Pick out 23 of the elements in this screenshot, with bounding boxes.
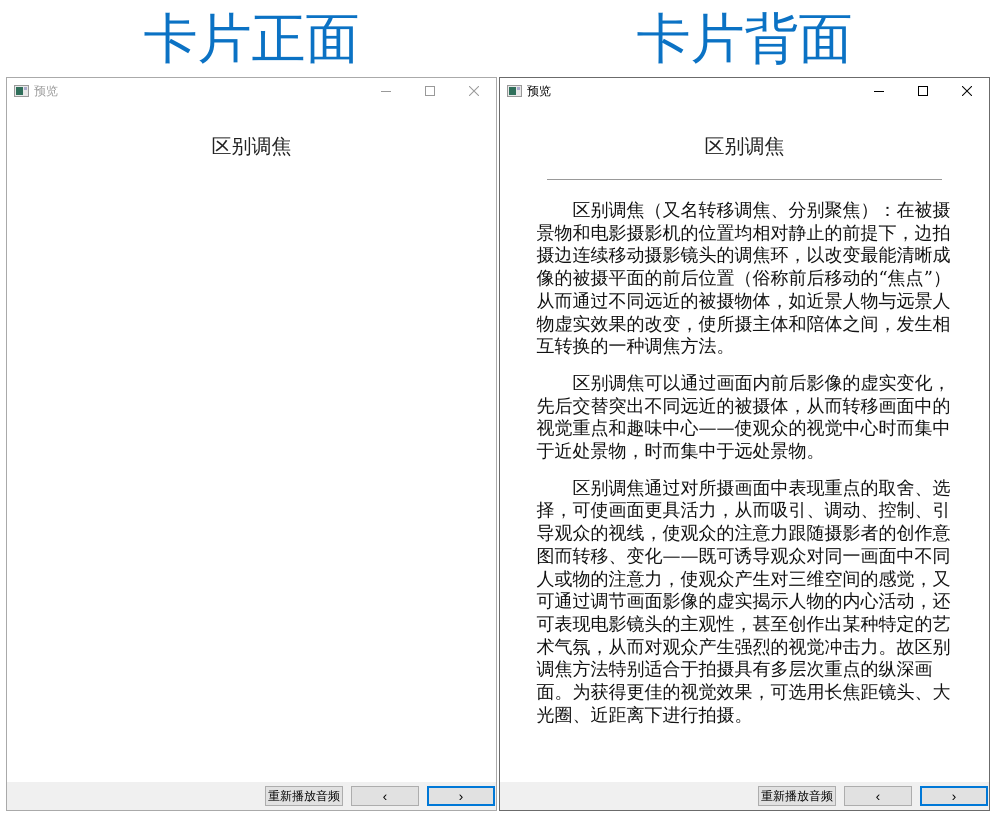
previous-button[interactable]: ‹ bbox=[844, 786, 912, 806]
card-title: 区别调焦 bbox=[704, 133, 784, 159]
app-icon bbox=[507, 85, 522, 97]
paragraph: 区别调焦可以通过画面内前后影像的虚实变化，先后交替突出不同远近的被摄体，从而转移画面中的视觉重点和趣味中心——使观众的视觉中心时而集中于近处景物，时而集中于远处景物。 bbox=[536, 372, 952, 464]
window-title: 预览 bbox=[34, 83, 58, 100]
side-caption: 卡片正面 bbox=[144, 12, 360, 66]
maximize-icon bbox=[425, 86, 435, 96]
minimize-icon bbox=[874, 90, 884, 92]
paragraph: 区别调焦（又名转移调焦、分别聚焦）：在被摄景物和电影摄影机的位置均相对静止的前提下，边拍摄边连续移动摄影镜头的调焦环，以改变最能清晰成像的被摄平面的前后位置（俗称前后移动的“焦点”）从而通过不同远近的被摄物体，如近景人物与远景人物虚实效果的改变，使所摄主体和陪体之间，发生相互转换的一种调焦方法。 bbox=[536, 200, 952, 359]
side-caption: 卡片背面 bbox=[636, 12, 852, 66]
previous-button[interactable]: ‹ bbox=[351, 786, 419, 806]
paragraph: 区别调焦通过对所摄画面中表现重点的取舍、选择，可使画面更具活力，从而吸引、调动、控制、引导观众的视线，使观众的注意力跟随摄影者的创作意图而转移、变化——既可诱导观众对同一画面中不同人或物的注意力，使观众产生对三维空间的感觉，又可通过调节画面影像的虚实揭示人物的内心活动，还可表现电影镜头的主观性，甚至创作出某种特定的艺术气氛，从而对观众产生强烈的视觉冲击力。故区别调焦方法特别适合于拍摄具有多层次重点的纵深画面。为获得更佳的视觉效果，可选用长焦距镜头、大光圈、近距离下进行拍摄。 bbox=[536, 478, 952, 728]
close-icon bbox=[962, 86, 972, 96]
window-title: 预览 bbox=[527, 83, 551, 100]
app-icon bbox=[14, 85, 29, 97]
replay-audio-button[interactable]: 重新播放音频 bbox=[265, 786, 343, 806]
card-title: 区别调焦 bbox=[212, 133, 292, 159]
next-button[interactable]: › bbox=[427, 786, 495, 806]
minimize-icon bbox=[381, 90, 391, 92]
next-button[interactable]: › bbox=[920, 786, 988, 806]
replay-audio-button[interactable]: 重新播放音频 bbox=[758, 786, 836, 806]
maximize-icon bbox=[918, 86, 928, 96]
close-icon bbox=[469, 86, 479, 96]
